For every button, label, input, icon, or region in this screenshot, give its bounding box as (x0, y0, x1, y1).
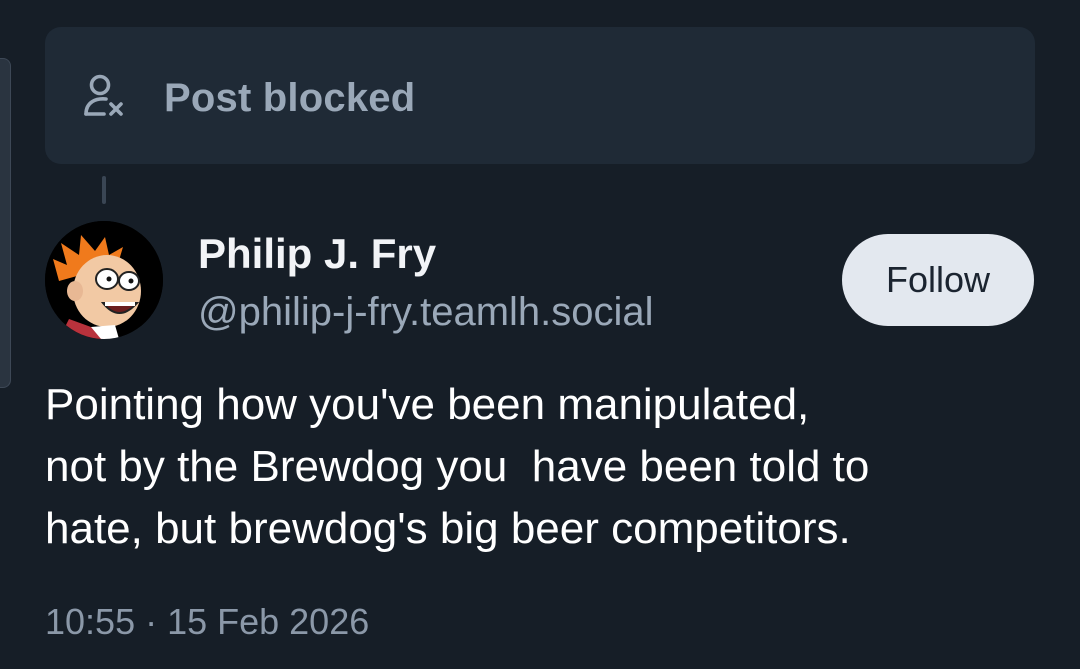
author-handle[interactable]: @philip-j-fry.teamlh.social (198, 286, 654, 338)
author-avatar[interactable] (45, 221, 163, 339)
post-thread-view: Post blocked Philip J. Fry @philip-j-fry… (0, 0, 1080, 669)
scroll-indicator[interactable] (0, 58, 11, 388)
person-blocked-icon (82, 72, 128, 120)
follow-button[interactable]: Follow (842, 234, 1034, 326)
post-body-text: Pointing how you've been manipulated, no… (45, 380, 870, 553)
author-display-name[interactable]: Philip J. Fry (198, 226, 436, 282)
post-timestamp: 10:55 · 15 Feb 2026 (45, 601, 370, 642)
thread-connector-line (102, 176, 106, 204)
blocked-post-label: Post blocked (164, 76, 416, 120)
